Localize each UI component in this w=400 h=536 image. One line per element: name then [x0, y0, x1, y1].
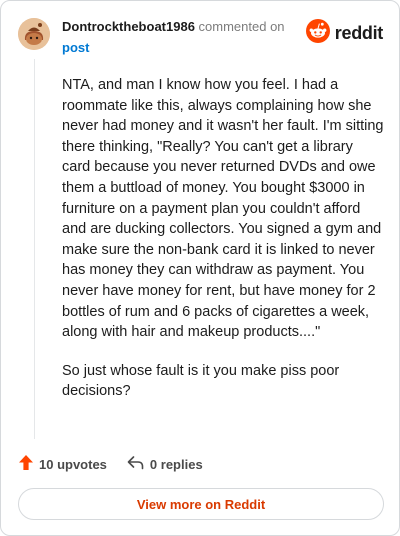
- reddit-comment-embed: Dontrocktheboat1986 commented on post re…: [0, 0, 400, 536]
- upvote-arrow-icon: [19, 455, 33, 473]
- upvote-button[interactable]: 10 upvotes: [19, 455, 107, 473]
- thread-line: [34, 59, 35, 439]
- reddit-logo-icon: [305, 18, 330, 48]
- comment-header: Dontrocktheboat1986 commented on post: [62, 16, 302, 58]
- comment-actions: 10 upvotes 0 replies: [19, 453, 203, 475]
- comment-body: NTA, and man I know how you feel. I had …: [62, 75, 384, 420]
- replies-button[interactable]: 0 replies: [127, 455, 203, 473]
- reddit-wordmark: reddit: [334, 22, 384, 43]
- reddit-brand[interactable]: reddit: [305, 18, 384, 48]
- reply-arrow-icon: [127, 455, 144, 473]
- comment-paragraph: So just whose fault is it you make piss …: [62, 362, 340, 400]
- comment-paragraph: NTA, and man I know how you feel. I had …: [62, 77, 384, 341]
- commented-on-text: commented on: [198, 19, 285, 34]
- username-link[interactable]: Dontrocktheboat1986: [62, 19, 195, 34]
- reply-count: 0 replies: [149, 456, 203, 472]
- upvote-count: 10 upvotes: [39, 456, 107, 472]
- user-avatar-icon[interactable]: [18, 18, 50, 50]
- post-link[interactable]: post: [62, 37, 302, 58]
- view-more-button[interactable]: View more on Reddit: [18, 488, 384, 520]
